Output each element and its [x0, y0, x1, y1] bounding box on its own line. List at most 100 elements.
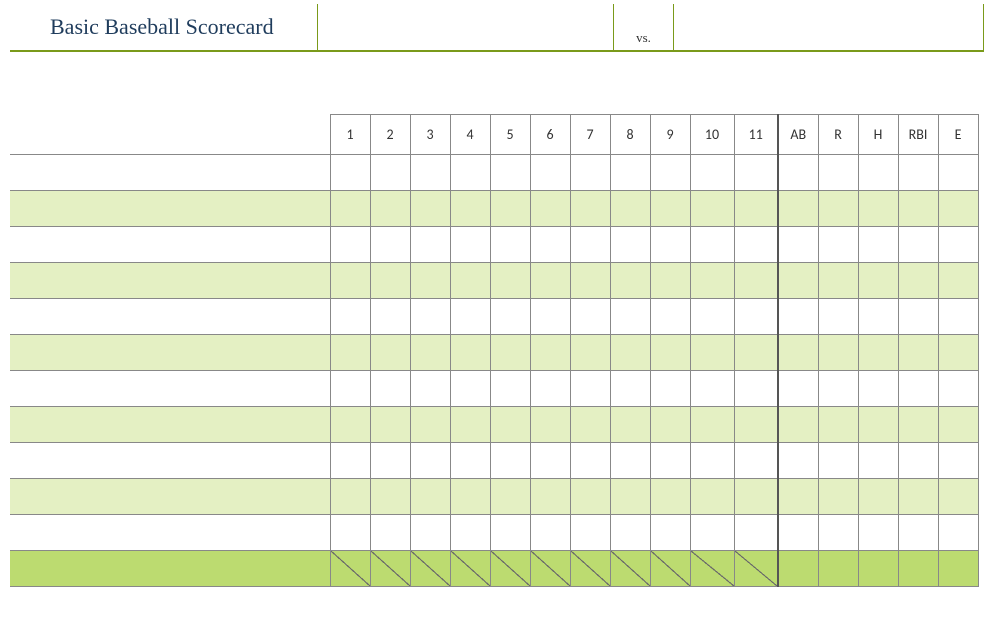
- inning-cell[interactable]: [450, 227, 490, 263]
- inning-cell[interactable]: [530, 191, 570, 227]
- inning-cell[interactable]: [650, 335, 690, 371]
- stat-cell[interactable]: [898, 479, 938, 515]
- stat-cell[interactable]: [858, 155, 898, 191]
- inning-cell[interactable]: [690, 515, 734, 551]
- totals-inning-cell[interactable]: [450, 551, 490, 587]
- inning-cell[interactable]: [734, 407, 778, 443]
- inning-cell[interactable]: [370, 299, 410, 335]
- totals-inning-cell[interactable]: [734, 551, 778, 587]
- totals-inning-cell[interactable]: [490, 551, 530, 587]
- inning-cell[interactable]: [690, 263, 734, 299]
- stat-cell[interactable]: [938, 335, 978, 371]
- inning-cell[interactable]: [690, 191, 734, 227]
- inning-cell[interactable]: [610, 263, 650, 299]
- inning-cell[interactable]: [690, 299, 734, 335]
- inning-cell[interactable]: [570, 371, 610, 407]
- inning-cell[interactable]: [450, 191, 490, 227]
- stat-cell[interactable]: [938, 515, 978, 551]
- stat-cell[interactable]: [858, 299, 898, 335]
- inning-cell[interactable]: [410, 227, 450, 263]
- stat-cell[interactable]: [858, 443, 898, 479]
- inning-cell[interactable]: [734, 515, 778, 551]
- inning-cell[interactable]: [734, 263, 778, 299]
- stat-cell[interactable]: [938, 191, 978, 227]
- inning-cell[interactable]: [370, 443, 410, 479]
- stat-cell[interactable]: [858, 335, 898, 371]
- stat-cell[interactable]: [818, 443, 858, 479]
- totals-inning-cell[interactable]: [650, 551, 690, 587]
- inning-cell[interactable]: [610, 299, 650, 335]
- totals-stat-cell[interactable]: [898, 551, 938, 587]
- inning-cell[interactable]: [330, 371, 370, 407]
- inning-cell[interactable]: [650, 479, 690, 515]
- totals-inning-cell[interactable]: [610, 551, 650, 587]
- stat-cell[interactable]: [778, 263, 818, 299]
- inning-cell[interactable]: [610, 371, 650, 407]
- inning-cell[interactable]: [330, 479, 370, 515]
- inning-cell[interactable]: [330, 299, 370, 335]
- inning-cell[interactable]: [734, 191, 778, 227]
- stat-cell[interactable]: [898, 443, 938, 479]
- inning-cell[interactable]: [370, 515, 410, 551]
- inning-cell[interactable]: [370, 335, 410, 371]
- inning-cell[interactable]: [690, 227, 734, 263]
- stat-cell[interactable]: [938, 263, 978, 299]
- inning-cell[interactable]: [330, 515, 370, 551]
- stat-cell[interactable]: [778, 191, 818, 227]
- inning-cell[interactable]: [410, 263, 450, 299]
- inning-cell[interactable]: [370, 263, 410, 299]
- stat-cell[interactable]: [818, 335, 858, 371]
- inning-cell[interactable]: [330, 155, 370, 191]
- stat-cell[interactable]: [818, 191, 858, 227]
- stat-cell[interactable]: [818, 227, 858, 263]
- stat-cell[interactable]: [778, 443, 818, 479]
- inning-cell[interactable]: [330, 191, 370, 227]
- inning-cell[interactable]: [530, 335, 570, 371]
- inning-cell[interactable]: [690, 479, 734, 515]
- inning-cell[interactable]: [450, 407, 490, 443]
- inning-cell[interactable]: [610, 515, 650, 551]
- stat-cell[interactable]: [858, 515, 898, 551]
- inning-cell[interactable]: [370, 371, 410, 407]
- stat-cell[interactable]: [938, 479, 978, 515]
- inning-cell[interactable]: [734, 443, 778, 479]
- inning-cell[interactable]: [330, 227, 370, 263]
- inning-cell[interactable]: [530, 227, 570, 263]
- inning-cell[interactable]: [690, 443, 734, 479]
- inning-cell[interactable]: [734, 479, 778, 515]
- inning-cell[interactable]: [450, 371, 490, 407]
- player-name-cell[interactable]: [10, 263, 330, 299]
- inning-cell[interactable]: [650, 443, 690, 479]
- stat-cell[interactable]: [898, 155, 938, 191]
- inning-cell[interactable]: [734, 371, 778, 407]
- inning-cell[interactable]: [530, 371, 570, 407]
- inning-cell[interactable]: [450, 263, 490, 299]
- player-name-cell[interactable]: [10, 191, 330, 227]
- inning-cell[interactable]: [690, 371, 734, 407]
- stat-cell[interactable]: [938, 443, 978, 479]
- player-name-cell[interactable]: [10, 479, 330, 515]
- stat-cell[interactable]: [898, 263, 938, 299]
- stat-cell[interactable]: [778, 515, 818, 551]
- inning-cell[interactable]: [530, 263, 570, 299]
- inning-cell[interactable]: [330, 263, 370, 299]
- inning-cell[interactable]: [450, 479, 490, 515]
- stat-cell[interactable]: [938, 155, 978, 191]
- inning-cell[interactable]: [650, 191, 690, 227]
- inning-cell[interactable]: [610, 335, 650, 371]
- stat-cell[interactable]: [778, 371, 818, 407]
- stat-cell[interactable]: [858, 227, 898, 263]
- stat-cell[interactable]: [898, 371, 938, 407]
- stat-cell[interactable]: [778, 155, 818, 191]
- inning-cell[interactable]: [410, 191, 450, 227]
- inning-cell[interactable]: [450, 443, 490, 479]
- inning-cell[interactable]: [490, 515, 530, 551]
- inning-cell[interactable]: [734, 335, 778, 371]
- inning-cell[interactable]: [490, 407, 530, 443]
- inning-cell[interactable]: [650, 407, 690, 443]
- inning-cell[interactable]: [570, 191, 610, 227]
- stat-cell[interactable]: [858, 371, 898, 407]
- inning-cell[interactable]: [650, 263, 690, 299]
- inning-cell[interactable]: [450, 155, 490, 191]
- inning-cell[interactable]: [690, 335, 734, 371]
